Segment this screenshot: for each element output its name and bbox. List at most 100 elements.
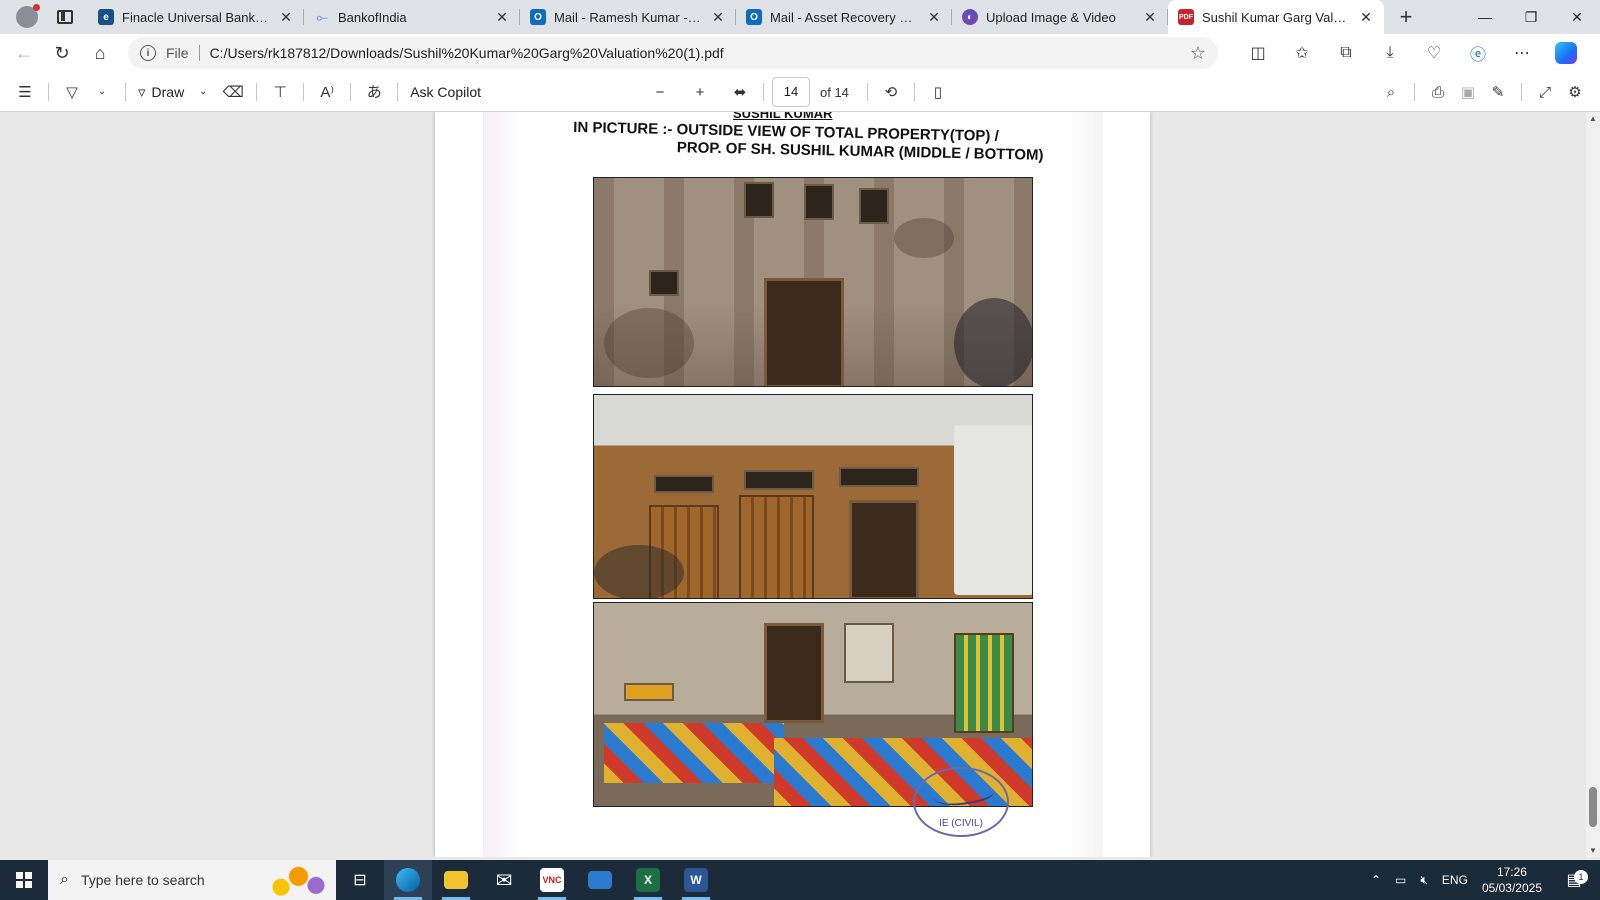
taskbar-app-blue[interactable] (576, 860, 624, 900)
taskbar-file-explorer[interactable] (432, 860, 480, 900)
taskbar-search[interactable]: ⌕ Type here to search (48, 860, 336, 900)
photo-window (844, 623, 894, 683)
url-field[interactable]: i File C:/Users/rk187812/Downloads/Sushi… (128, 37, 1218, 69)
chevron-up-icon[interactable]: ⌃ (1371, 873, 1381, 887)
browser-essentials-icon[interactable]: ♡ (1416, 37, 1452, 69)
vertical-scrollbar[interactable]: ▲ ▼ (1586, 112, 1600, 857)
taskbar-word[interactable]: W (672, 860, 720, 900)
mail-icon: ✉ (495, 869, 513, 892)
pdf-viewer[interactable]: SUSHIL KUMAR IN PICTURE :- OUTSIDE VIEW … (0, 112, 1600, 857)
back-icon[interactable]: ← (8, 37, 40, 69)
photo-door (849, 500, 919, 598)
more-options-icon[interactable]: ⋯ (1504, 37, 1540, 69)
maximize-button[interactable]: ❐ (1508, 0, 1554, 34)
text-box-icon[interactable]: ⊤ (265, 77, 295, 107)
start-button[interactable] (0, 860, 48, 900)
favorites-icon[interactable]: ✩ (1284, 37, 1320, 69)
network-icon[interactable]: ▭ (1395, 873, 1406, 887)
divider (256, 82, 258, 101)
page-number-input[interactable]: 14 (772, 77, 810, 107)
language-indicator[interactable]: ENG (1442, 873, 1468, 887)
taskbar-mail[interactable]: ✉ (480, 860, 528, 900)
notification-badge: 1 (1574, 870, 1588, 884)
collections-icon[interactable]: ⧉ (1328, 37, 1364, 69)
ask-copilot-button[interactable]: Ask Copilot (406, 77, 485, 107)
draw-button[interactable]: ▿ Draw (134, 77, 188, 107)
info-icon[interactable]: i (140, 45, 156, 61)
divider (1521, 83, 1522, 101)
close-icon[interactable]: ✕ (710, 9, 726, 26)
task-view-button[interactable]: ⊟ (336, 860, 384, 900)
photo-bed (604, 723, 784, 783)
tab-title: Sushil Kumar Garg Valuation (1202, 9, 1350, 25)
print-icon[interactable]: ⎙ (1423, 77, 1453, 107)
vnc-icon: VNC (540, 868, 564, 892)
close-icon[interactable]: ✕ (926, 9, 942, 26)
fullscreen-icon[interactable]: ⤢ (1530, 77, 1560, 107)
clock[interactable]: 17:26 05/03/2025 (1482, 864, 1542, 896)
volume-muted-icon[interactable]: 🔇︎ (1420, 873, 1428, 888)
tab-bankofindia[interactable]: ⟜ BankofIndia ✕ (304, 0, 520, 34)
home-icon[interactable]: ⌂ (84, 37, 116, 69)
photo-window (654, 475, 714, 493)
close-icon[interactable]: ✕ (1358, 9, 1374, 26)
scroll-down-icon[interactable]: ▼ (1589, 846, 1597, 855)
page-view-icon[interactable]: ▯ (923, 77, 953, 107)
zoom-in-icon[interactable]: + (685, 77, 715, 107)
rotate-icon[interactable]: ⟲ (876, 77, 906, 107)
copilot-icon[interactable] (1548, 37, 1584, 69)
highlight-icon[interactable]: ▽ (57, 77, 87, 107)
scrollbar-thumb[interactable] (1589, 787, 1597, 827)
notification-center-button[interactable]: ▤ 1 (1556, 870, 1592, 890)
close-icon[interactable]: ✕ (278, 9, 294, 26)
eraser-icon[interactable]: ⌫ (218, 77, 248, 107)
scroll-up-icon[interactable]: ▲ (1589, 114, 1597, 123)
translate-icon[interactable]: あ (359, 77, 389, 107)
tab-sushil-valuation[interactable]: PDF Sushil Kumar Garg Valuation ✕ (1168, 0, 1384, 34)
new-tab-button[interactable]: + (1384, 0, 1428, 34)
save-as-icon[interactable]: ✎ (1483, 77, 1513, 107)
photo-window (859, 188, 889, 224)
split-screen-icon[interactable]: ◫ (1240, 37, 1276, 69)
chevron-down-icon[interactable]: ⌄ (188, 77, 218, 107)
word-icon: W (684, 868, 708, 892)
contents-icon[interactable]: ☰ (10, 77, 40, 107)
outlook-icon: O (746, 9, 762, 25)
close-icon[interactable]: ✕ (1142, 9, 1158, 26)
close-icon[interactable]: ✕ (494, 9, 510, 26)
zoom-out-icon[interactable]: − (645, 77, 675, 107)
taskbar-edge[interactable] (384, 860, 432, 900)
downloads-icon[interactable]: ⤓ (1372, 37, 1408, 69)
signature (931, 777, 995, 811)
tab-mail-asset-recovery[interactable]: O Mail - Asset Recovery Depart ✕ (736, 0, 952, 34)
photo-window (649, 270, 679, 296)
url-text[interactable]: C:/Users/rk187812/Downloads/Sushil%20Kum… (210, 45, 1180, 61)
profile-icon[interactable] (15, 4, 40, 28)
favorite-star-icon[interactable]: ☆ (1190, 43, 1206, 64)
property-photo-middle (593, 394, 1033, 599)
photo-stain (604, 308, 694, 378)
taskbar-excel[interactable]: X (624, 860, 672, 900)
tab-finacle[interactable]: e Finacle Universal Banking Sol ✕ (88, 0, 304, 34)
tab-actions-icon[interactable] (56, 10, 73, 24)
edge-icon (396, 868, 420, 892)
ie-icon: e (98, 9, 114, 25)
minimize-button[interactable]: — (1462, 0, 1508, 34)
edge-extension-icon[interactable]: ⓔ (1460, 37, 1496, 69)
fit-to-width-icon[interactable]: ⬌ (725, 77, 755, 107)
settings-gear-icon[interactable]: ⚙ (1560, 77, 1590, 107)
photo-stain (894, 218, 954, 258)
refresh-icon[interactable]: ↻ (46, 37, 78, 69)
photo-door (764, 278, 844, 386)
save-icon[interactable]: ▣ (1453, 77, 1483, 107)
chevron-down-icon[interactable]: ⌄ (87, 77, 117, 107)
draw-icon: ▿ (138, 83, 146, 101)
search-icon[interactable]: ⌕ (1376, 77, 1406, 107)
tab-mail-ramesh[interactable]: O Mail - Ramesh Kumar - Outlo ✕ (520, 0, 736, 34)
tab-upload-image[interactable]: ◐ Upload Image & Video ✕ (952, 0, 1168, 34)
taskbar-vnc[interactable]: VNC (528, 860, 576, 900)
search-icon: ⌕ (60, 871, 69, 888)
task-view-icon: ⊟ (353, 872, 367, 889)
close-window-button[interactable]: ✕ (1554, 0, 1600, 34)
read-aloud-icon[interactable]: A⁾ (312, 77, 342, 107)
